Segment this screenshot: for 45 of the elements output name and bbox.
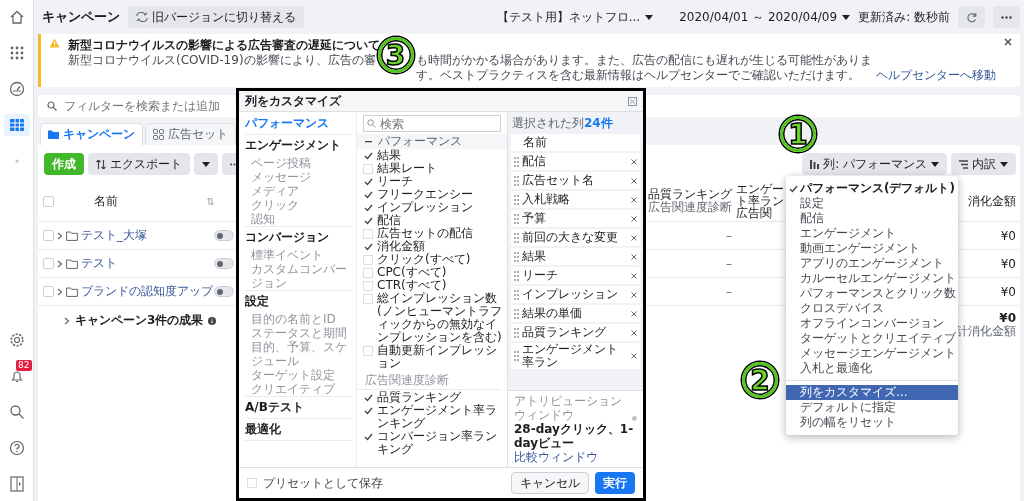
checkbox-label: プリセットとして保存 [263,474,384,492]
attribution-label: アトリビューションウィンドウ [514,394,623,422]
column-option: CPC(すべて) [377,266,447,279]
table-cell-text: ¥0 [999,256,1017,271]
column-header: エンゲー ト率ラン 広告関 [736,183,784,219]
column-option: エンゲージメント率ランキング [377,404,505,430]
column-option: 総インプレッション数(ノンヒューマントラフィックからの無効なインプレッションを含む) [377,292,505,344]
updated-status: 更新済み: 数秒前 [858,8,950,26]
column-header: 名前 [94,192,118,210]
banner-text: 新型コロナウイルス(COVID-19)の影響により、広告の審 [68,53,376,68]
column-option: クリック(すべて) [377,253,471,266]
attribution-value: 28-dayクリック、1-dayビュー [514,422,635,450]
selected-column-item: 名前 [511,134,640,151]
summary-label: キャンペーン3件の成果 [75,312,204,329]
selected-count: 24件 [584,116,613,130]
table-cell-text: – [725,228,732,243]
table-cell-text: – [725,256,732,271]
column-subtitle: 広告関連度診断 [648,201,732,214]
column-option: 自動更新インプレッション [377,344,505,370]
column-option: フリークエンシー [377,188,473,201]
column-option: 配信 [377,214,401,227]
column-header: 消化金額 [967,192,1017,210]
group-title: パフォーマンス [378,133,462,149]
table-cell-text: – [725,284,732,299]
column-option: 消化金額 [377,240,425,253]
column-option: 結果 [377,149,401,162]
banner-text: も時間がかかる場合があります。また、広告の配信にも遅れが生じる可能性があります。ベストプラクティスを含む最新情報はヘルプセンターでご確認いただけます。 [415,53,872,83]
column-header: 品質ランキング [648,188,732,201]
column-option: CTR(すべて) [377,279,447,292]
table-cell-text: ¥0 [999,228,1017,243]
annotation-number: 1 [780,116,816,152]
selected-columns-label: 選択された列 [512,116,584,130]
table-cell-text: ¥0 [999,284,1017,299]
group-title: 広告関連度診断 [357,370,501,390]
annotation-number: 2 [742,362,778,398]
column-option: インプレッション [377,201,473,214]
column-option: 結果レート [377,162,437,175]
column-option: リーチ [377,175,413,188]
dialog-title: 列をカスタマイズ [245,92,341,110]
summary-value: ¥0 [999,312,1016,325]
column-option: コンバージョン率ランキング [377,430,505,456]
column-option: 品質ランキング [377,391,461,404]
notification-badge: 82 [16,360,32,371]
page-title: キャンペーン [42,8,120,26]
column-option: 広告セットの配信 [377,227,473,240]
